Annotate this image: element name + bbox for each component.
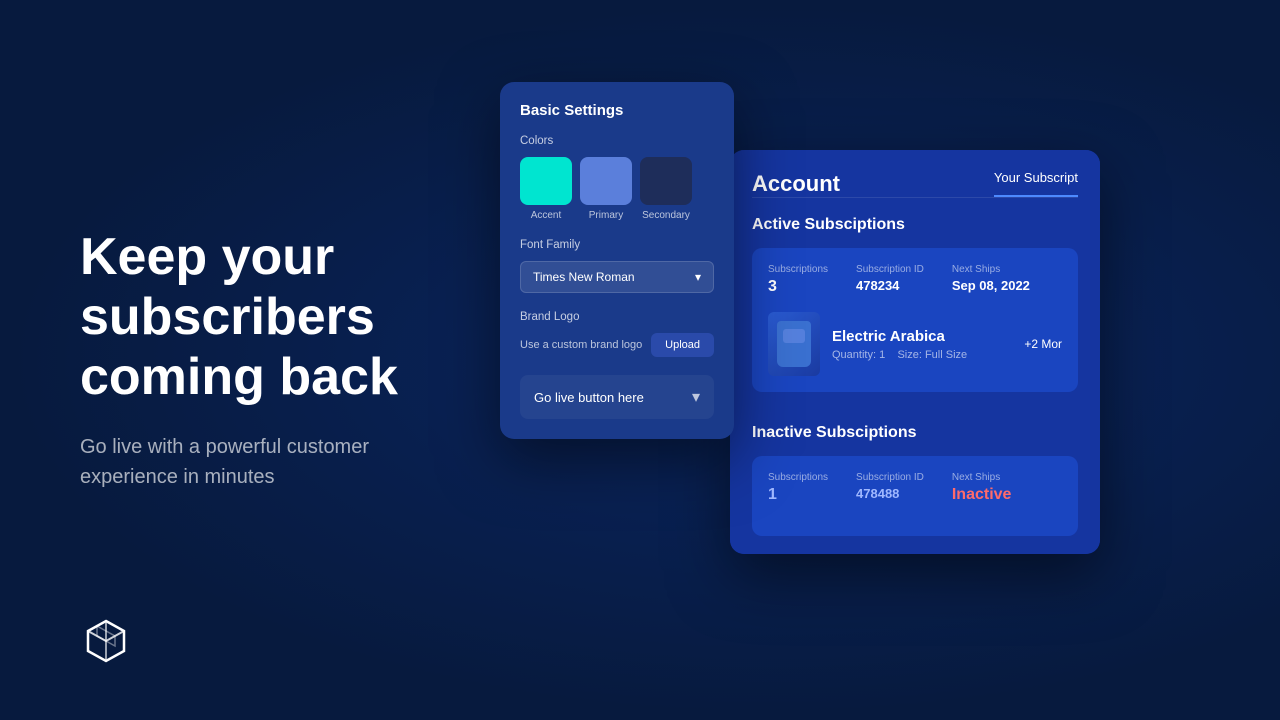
next-ships-value: Sep 08, 2022 (952, 278, 1030, 293)
hero-title: Keep your subscribers coming back (80, 228, 440, 407)
product-row: Electric Arabica Quantity: 1 Size: Full … (768, 312, 1062, 376)
product-info: Electric Arabica Quantity: 1 Size: Full … (832, 328, 1012, 361)
product-details: Quantity: 1 Size: Full Size (832, 349, 1012, 361)
active-subscriptions-heading: Active Subsciptions (752, 216, 1078, 234)
brand-logo-description: Use a custom brand logo (520, 339, 642, 351)
accent-swatch-container[interactable]: Accent (520, 157, 572, 221)
font-chevron-icon: ▾ (695, 270, 701, 284)
subscription-id-stat: Subscription ID 478234 (856, 264, 924, 296)
subscriptions-stat-value: 3 (768, 278, 828, 296)
basic-settings-panel: Basic Settings Colors Accent Primary Sec… (500, 82, 734, 439)
accent-label: Accent (531, 210, 562, 221)
your-subscription-tab[interactable]: Your Subscript (994, 170, 1078, 197)
go-live-chevron-icon: ▾ (692, 387, 700, 407)
coffee-bag-icon (777, 321, 811, 367)
inactive-subscriptions-stat-label: Subscriptions (768, 472, 828, 483)
subscriptions-stat-label: Subscriptions (768, 264, 828, 275)
next-ships-stat: Next Ships Sep 08, 2022 (952, 264, 1030, 296)
product-name: Electric Arabica (832, 328, 1012, 345)
font-family-label: Font Family (520, 239, 714, 251)
product-size: Size: Full Size (897, 349, 967, 361)
font-family-section: Font Family Times New Roman ▾ (520, 239, 714, 293)
secondary-label: Secondary (642, 210, 690, 221)
inactive-next-ships-stat: Next Ships Inactive (952, 472, 1012, 504)
next-ships-label: Next Ships (952, 264, 1030, 275)
active-stats-row: Subscriptions 3 Subscription ID 478234 N… (768, 264, 1062, 296)
font-value: Times New Roman (533, 270, 635, 284)
inactive-subscriptions-stat-value: 1 (768, 486, 828, 504)
inactive-next-ships-label: Next Ships (952, 472, 1012, 483)
brand-logo-row: Use a custom brand logo Upload (520, 333, 714, 357)
hero-subtitle: Go live with a powerful customer experie… (80, 432, 440, 492)
primary-label: Primary (589, 210, 623, 221)
active-subscriptions-section: Active Subsciptions Subscriptions 3 Subs… (730, 198, 1100, 424)
inactive-subscriptions-heading: Inactive Subsciptions (752, 424, 1078, 442)
active-subscription-card: Subscriptions 3 Subscription ID 478234 N… (752, 248, 1078, 392)
colors-row: Accent Primary Secondary (520, 157, 714, 221)
go-live-section[interactable]: Go live button here ▾ (520, 375, 714, 419)
inactive-subscription-id-label: Subscription ID (856, 472, 924, 483)
account-title: Account (752, 171, 840, 197)
left-section: Keep your subscribers coming back Go liv… (0, 168, 500, 551)
bottom-logo (80, 615, 132, 672)
account-header: Account Your Subscript (730, 150, 1100, 197)
product-quantity: Quantity: 1 (832, 349, 885, 361)
font-select-dropdown[interactable]: Times New Roman ▾ (520, 261, 714, 293)
primary-swatch-container[interactable]: Primary (580, 157, 632, 221)
brand-logo-section: Brand Logo Use a custom brand logo Uploa… (520, 311, 714, 357)
secondary-swatch-box (640, 157, 692, 205)
colors-label: Colors (520, 135, 714, 147)
accent-swatch-box (520, 157, 572, 205)
inactive-subscription-id-value: 478488 (856, 486, 924, 501)
plus-more-label: +2 Mor (1024, 337, 1062, 351)
go-live-text: Go live button here (534, 390, 644, 405)
subscription-id-label: Subscription ID (856, 264, 924, 275)
panel-title: Basic Settings (520, 102, 714, 119)
primary-swatch-box (580, 157, 632, 205)
brand-logo-icon (80, 615, 132, 667)
inactive-subscription-card: Subscriptions 1 Subscription ID 478488 N… (752, 456, 1078, 536)
secondary-swatch-container[interactable]: Secondary (640, 157, 692, 221)
inactive-next-ships-value: Inactive (952, 486, 1012, 504)
upload-button[interactable]: Upload (651, 333, 714, 357)
right-section: Basic Settings Colors Accent Primary Sec… (500, 0, 1280, 720)
inactive-subscription-id-stat: Subscription ID 478488 (856, 472, 924, 504)
account-panel: Account Your Subscript Active Subsciptio… (730, 150, 1100, 554)
inactive-stats-row: Subscriptions 1 Subscription ID 478488 N… (768, 472, 1062, 504)
brand-logo-label: Brand Logo (520, 311, 714, 323)
inactive-subscriptions-section: Inactive Subsciptions Subscriptions 1 Su… (730, 424, 1100, 554)
inactive-subscriptions-stat: Subscriptions 1 (768, 472, 828, 504)
subscriptions-stat: Subscriptions 3 (768, 264, 828, 296)
page-container: Keep your subscribers coming back Go liv… (0, 0, 1280, 720)
product-thumbnail (768, 312, 820, 376)
subscription-id-value: 478234 (856, 278, 924, 293)
